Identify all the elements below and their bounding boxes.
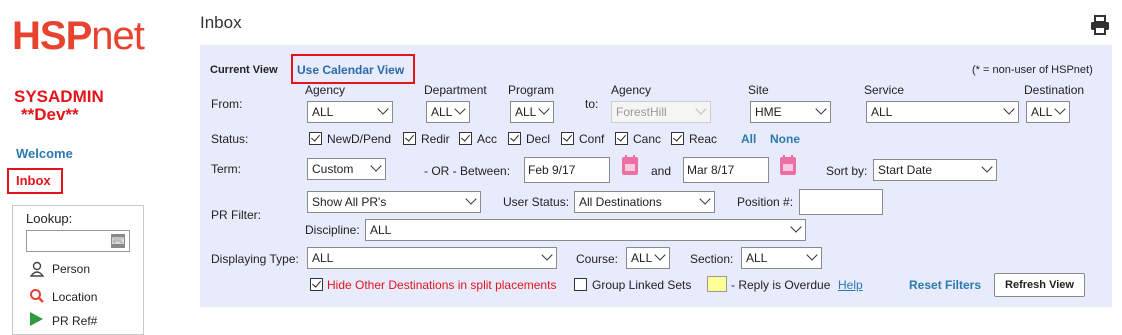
logo-net: net <box>91 14 145 58</box>
destination-label: Destination <box>1024 83 1085 97</box>
from-label: From: <box>211 97 243 111</box>
user-status-select[interactable]: All Destinations <box>574 191 715 213</box>
position-input[interactable] <box>799 189 883 215</box>
pr-filter-label: PR Filter: <box>211 208 262 222</box>
destination-select[interactable]: ALL <box>1026 101 1070 123</box>
overdue-legend-label: - Reply is Overdue <box>731 278 831 292</box>
status-label: Status: <box>211 132 249 146</box>
sort-by-select[interactable]: Start Date <box>873 159 997 181</box>
agency-label: Agency <box>305 83 346 97</box>
to-label: to: <box>585 97 599 111</box>
current-view-label: Current View <box>210 64 278 76</box>
program-label: Program <box>508 83 555 97</box>
non-user-note: (* = non-user of HSPnet) <box>972 64 1093 76</box>
course-label: Course: <box>576 252 619 266</box>
environment-label: **Dev** <box>21 105 79 124</box>
nav-welcome[interactable]: Welcome <box>16 146 73 161</box>
status-decl-checkbox[interactable] <box>508 132 521 145</box>
end-date-input[interactable]: Mar 8/17 <box>683 157 769 183</box>
section-select[interactable]: ALL <box>741 247 822 269</box>
discipline-label: Discipline: <box>305 223 360 237</box>
overdue-color-swatch <box>707 276 727 292</box>
hide-other-destinations-label: Hide Other Destinations in split placeme… <box>327 278 557 292</box>
displaying-type-label: Displaying Type: <box>211 252 299 266</box>
service-label: Service <box>864 83 905 97</box>
status-reac-checkbox[interactable] <box>671 132 684 145</box>
user-status-label: User Status: <box>503 195 570 209</box>
department-label: Department <box>424 83 487 97</box>
position-label: Position #: <box>737 195 794 209</box>
status-conf-label: Conf <box>579 132 605 146</box>
nav-inbox[interactable]: Inbox <box>7 168 63 194</box>
course-select[interactable]: ALL <box>626 247 670 269</box>
reset-filters-link[interactable]: Reset Filters <box>909 278 981 292</box>
program-select[interactable]: ALL <box>510 101 554 123</box>
start-calendar-icon[interactable] <box>622 155 638 175</box>
term-select[interactable]: Custom <box>307 158 386 180</box>
sort-by-label: Sort by: <box>826 164 868 178</box>
use-calendar-view-link[interactable]: Use Calendar View <box>297 63 404 77</box>
status-reac-label: Reac <box>689 132 718 146</box>
end-calendar-icon[interactable] <box>780 155 796 175</box>
agency-select[interactable]: ALL <box>307 101 393 123</box>
status-all-link[interactable]: All <box>741 132 756 146</box>
and-label: and <box>651 164 672 178</box>
to-agency-label: Agency <box>611 83 652 97</box>
lookup-pr-ref[interactable]: PR Ref# <box>52 314 97 328</box>
to-agency-select: ForestHill <box>611 101 711 123</box>
lookup-person[interactable]: Person <box>52 262 90 276</box>
status-acc-checkbox[interactable] <box>459 132 472 145</box>
page-title: Inbox <box>200 13 242 32</box>
logo-hsp: HSP <box>12 14 92 58</box>
status-canc-label: Canc <box>633 132 662 146</box>
hspnet-logo[interactable]: HSPnet <box>12 14 145 59</box>
status-none-link[interactable]: None <box>770 132 800 146</box>
displaying-type-select[interactable]: ALL <box>307 247 557 269</box>
lookup-title: Lookup: <box>26 211 73 226</box>
pr-ref-icon <box>30 312 43 326</box>
start-date-input[interactable]: Feb 9/17 <box>524 157 610 183</box>
group-linked-sets-label: Group Linked Sets <box>592 278 692 292</box>
status-newd-checkbox[interactable] <box>309 132 322 145</box>
help-link[interactable]: Help <box>838 278 863 292</box>
print-icon[interactable] <box>1090 15 1110 35</box>
status-redir-checkbox[interactable] <box>403 132 416 145</box>
person-icon <box>29 261 45 277</box>
site-label: Site <box>748 83 769 97</box>
user-badge: SYSADMIN **Dev** <box>14 88 104 124</box>
section-label: Section: <box>690 252 734 266</box>
status-conf-checkbox[interactable] <box>561 132 574 145</box>
hide-other-destinations-checkbox[interactable] <box>310 278 323 291</box>
group-linked-sets-checkbox[interactable] <box>574 278 587 291</box>
status-acc-label: Acc <box>477 132 498 146</box>
refresh-view-button[interactable]: Refresh View <box>994 273 1085 297</box>
location-search-icon <box>30 289 44 303</box>
lookup-location[interactable]: Location <box>52 290 97 304</box>
department-select[interactable]: ALL <box>426 101 470 123</box>
discipline-select[interactable]: ALL <box>365 219 806 241</box>
status-redir-label: Redir <box>421 132 450 146</box>
user-name: SYSADMIN <box>14 87 104 106</box>
status-newd-label: NewD/Pend <box>327 132 392 146</box>
or-between-label: - OR - Between: <box>424 164 511 178</box>
keyboard-icon[interactable]: ⌨ <box>111 234 125 248</box>
status-canc-checkbox[interactable] <box>615 132 628 145</box>
status-decl-label: Decl <box>526 132 551 146</box>
pr-filter-select[interactable]: Show All PR's <box>307 191 481 213</box>
service-select[interactable]: ALL <box>866 101 1019 123</box>
site-select[interactable]: HME <box>750 101 831 123</box>
term-label: Term: <box>211 162 241 176</box>
